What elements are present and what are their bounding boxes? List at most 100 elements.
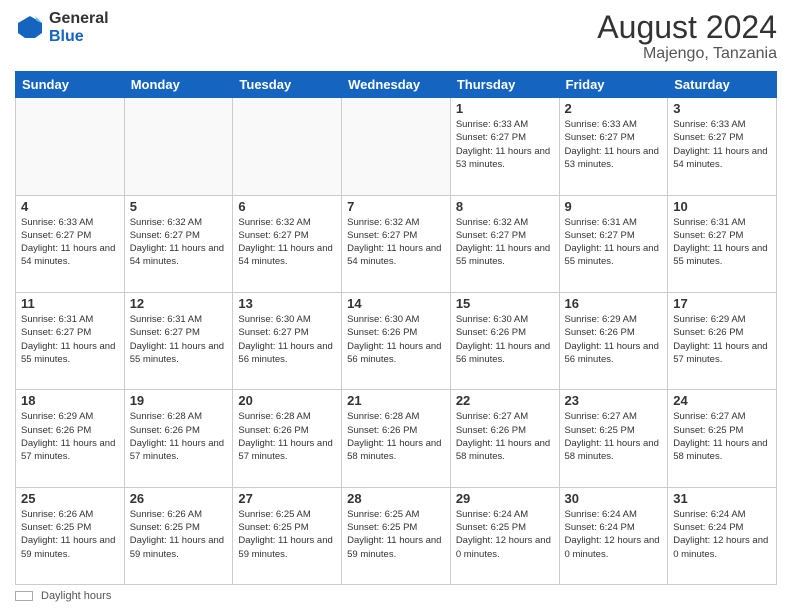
- day-info: Sunrise: 6:25 AM Sunset: 6:25 PM Dayligh…: [238, 508, 336, 561]
- day-info: Sunrise: 6:31 AM Sunset: 6:27 PM Dayligh…: [21, 313, 119, 366]
- calendar-header-sunday: Sunday: [16, 72, 125, 98]
- calendar-cell: 6Sunrise: 6:32 AM Sunset: 6:27 PM Daylig…: [233, 195, 342, 292]
- calendar-cell: 12 Sunrise: 6:31 AM Sunset: 6:27 PM Dayli…: [124, 292, 233, 389]
- day-info: Sunrise: 6:27 AM Sunset: 6:26 PM Dayligh…: [456, 410, 554, 463]
- calendar-cell: [124, 98, 233, 195]
- calendar-table: SundayMondayTuesdayWednesdayThursdayFrid…: [15, 71, 777, 585]
- calendar-cell: 18 Sunrise: 6:29 AM Sunset: 6:26 PM Dayli…: [16, 390, 125, 487]
- day-number: 26: [130, 491, 228, 506]
- day-info: Sunrise: 6:33 AM Sunset: 6:27 PM Dayligh…: [21, 216, 119, 269]
- day-info: Sunrise: 6:32 AM Sunset: 6:27 PM Dayligh…: [238, 216, 336, 269]
- calendar-cell: 4 Sunrise: 6:33 AM Sunset: 6:27 PM Daylig…: [16, 195, 125, 292]
- page: General Blue August 2024 Majengo, Tanzan…: [0, 0, 792, 612]
- calendar-cell: 9Sunrise: 6:31 AM Sunset: 6:27 PM Daylig…: [559, 195, 668, 292]
- day-number: 1: [456, 101, 554, 116]
- logo-text: General Blue: [49, 10, 109, 45]
- day-info: Sunrise: 6:32 AM Sunset: 6:27 PM Dayligh…: [347, 216, 445, 269]
- day-number: 18: [21, 393, 119, 408]
- daylight-swatch: [15, 591, 33, 601]
- calendar-cell: 24 Sunrise: 6:27 AM Sunset: 6:25 PM Dayli…: [668, 390, 777, 487]
- day-number: 8: [456, 199, 554, 214]
- calendar-header-row: SundayMondayTuesdayWednesdayThursdayFrid…: [16, 72, 777, 98]
- day-number: 27: [238, 491, 336, 506]
- calendar-cell: 17Sunrise: 6:29 AM Sunset: 6:26 PM Dayli…: [668, 292, 777, 389]
- day-info: Sunrise: 6:32 AM Sunset: 6:27 PM Dayligh…: [130, 216, 228, 269]
- day-info: Sunrise: 6:29 AM Sunset: 6:26 PM Dayligh…: [673, 313, 771, 366]
- calendar-cell: 10Sunrise: 6:31 AM Sunset: 6:27 PM Dayli…: [668, 195, 777, 292]
- day-number: 4: [21, 199, 119, 214]
- day-info: Sunrise: 6:24 AM Sunset: 6:25 PM Dayligh…: [456, 508, 554, 561]
- calendar-cell: 26 Sunrise: 6:26 AM Sunset: 6:25 PM Dayli…: [124, 487, 233, 584]
- calendar-cell: [16, 98, 125, 195]
- day-number: 23: [565, 393, 663, 408]
- calendar-cell: 25 Sunrise: 6:26 AM Sunset: 6:25 PM Dayli…: [16, 487, 125, 584]
- day-info: Sunrise: 6:32 AM Sunset: 6:27 PM Dayligh…: [456, 216, 554, 269]
- day-number: 16: [565, 296, 663, 311]
- day-info: Sunrise: 6:26 AM Sunset: 6:25 PM Dayligh…: [21, 508, 119, 561]
- title-block: August 2024 Majengo, Tanzania: [597, 10, 777, 63]
- day-number: 13: [238, 296, 336, 311]
- calendar-cell: 15Sunrise: 6:30 AM Sunset: 6:26 PM Dayli…: [450, 292, 559, 389]
- sub-title: Majengo, Tanzania: [597, 45, 777, 63]
- calendar-cell: 29Sunrise: 6:24 AM Sunset: 6:25 PM Dayli…: [450, 487, 559, 584]
- day-number: 20: [238, 393, 336, 408]
- day-number: 25: [21, 491, 119, 506]
- day-number: 12: [130, 296, 228, 311]
- daylight-label: Daylight hours: [41, 590, 111, 602]
- day-number: 3: [673, 101, 771, 116]
- calendar-cell: 8 Sunrise: 6:32 AM Sunset: 6:27 PM Daylig…: [450, 195, 559, 292]
- day-number: 10: [673, 199, 771, 214]
- calendar-cell: [233, 98, 342, 195]
- header: General Blue August 2024 Majengo, Tanzan…: [15, 10, 777, 63]
- day-info: Sunrise: 6:26 AM Sunset: 6:25 PM Dayligh…: [130, 508, 228, 561]
- day-info: Sunrise: 6:31 AM Sunset: 6:27 PM Dayligh…: [130, 313, 228, 366]
- day-info: Sunrise: 6:24 AM Sunset: 6:24 PM Dayligh…: [673, 508, 771, 561]
- calendar-header-tuesday: Tuesday: [233, 72, 342, 98]
- day-info: Sunrise: 6:28 AM Sunset: 6:26 PM Dayligh…: [238, 410, 336, 463]
- calendar-cell: 20 Sunrise: 6:28 AM Sunset: 6:26 PM Dayli…: [233, 390, 342, 487]
- calendar-week-2: 11 Sunrise: 6:31 AM Sunset: 6:27 PM Dayli…: [16, 292, 777, 389]
- calendar-cell: 21Sunrise: 6:28 AM Sunset: 6:26 PM Dayli…: [342, 390, 451, 487]
- calendar-cell: 23 Sunrise: 6:27 AM Sunset: 6:25 PM Dayli…: [559, 390, 668, 487]
- day-info: Sunrise: 6:28 AM Sunset: 6:26 PM Dayligh…: [347, 410, 445, 463]
- day-number: 28: [347, 491, 445, 506]
- calendar-cell: 27 Sunrise: 6:25 AM Sunset: 6:25 PM Dayli…: [233, 487, 342, 584]
- calendar-week-4: 25 Sunrise: 6:26 AM Sunset: 6:25 PM Dayli…: [16, 487, 777, 584]
- calendar-cell: 22 Sunrise: 6:27 AM Sunset: 6:26 PM Dayli…: [450, 390, 559, 487]
- day-info: Sunrise: 6:33 AM Sunset: 6:27 PM Dayligh…: [565, 118, 663, 171]
- day-number: 2: [565, 101, 663, 116]
- day-info: Sunrise: 6:29 AM Sunset: 6:26 PM Dayligh…: [21, 410, 119, 463]
- day-info: Sunrise: 6:25 AM Sunset: 6:25 PM Dayligh…: [347, 508, 445, 561]
- day-info: Sunrise: 6:29 AM Sunset: 6:26 PM Dayligh…: [565, 313, 663, 366]
- calendar-cell: 16 Sunrise: 6:29 AM Sunset: 6:26 PM Dayli…: [559, 292, 668, 389]
- calendar-cell: [342, 98, 451, 195]
- day-number: 24: [673, 393, 771, 408]
- day-info: Sunrise: 6:33 AM Sunset: 6:27 PM Dayligh…: [456, 118, 554, 171]
- day-info: Sunrise: 6:33 AM Sunset: 6:27 PM Dayligh…: [673, 118, 771, 171]
- day-number: 5: [130, 199, 228, 214]
- calendar-header-saturday: Saturday: [668, 72, 777, 98]
- day-number: 7: [347, 199, 445, 214]
- calendar-cell: 11 Sunrise: 6:31 AM Sunset: 6:27 PM Dayli…: [16, 292, 125, 389]
- day-info: Sunrise: 6:28 AM Sunset: 6:26 PM Dayligh…: [130, 410, 228, 463]
- day-number: 22: [456, 393, 554, 408]
- calendar-cell: 2 Sunrise: 6:33 AM Sunset: 6:27 PM Daylig…: [559, 98, 668, 195]
- calendar-cell: 13Sunrise: 6:30 AM Sunset: 6:27 PM Dayli…: [233, 292, 342, 389]
- calendar-week-0: 1 Sunrise: 6:33 AM Sunset: 6:27 PM Daylig…: [16, 98, 777, 195]
- calendar-cell: 5 Sunrise: 6:32 AM Sunset: 6:27 PM Daylig…: [124, 195, 233, 292]
- calendar-week-3: 18 Sunrise: 6:29 AM Sunset: 6:26 PM Dayli…: [16, 390, 777, 487]
- calendar-cell: 31 Sunrise: 6:24 AM Sunset: 6:24 PM Dayli…: [668, 487, 777, 584]
- calendar-header-friday: Friday: [559, 72, 668, 98]
- calendar-header-thursday: Thursday: [450, 72, 559, 98]
- day-number: 19: [130, 393, 228, 408]
- day-info: Sunrise: 6:27 AM Sunset: 6:25 PM Dayligh…: [673, 410, 771, 463]
- day-number: 31: [673, 491, 771, 506]
- day-number: 11: [21, 296, 119, 311]
- calendar-cell: 28 Sunrise: 6:25 AM Sunset: 6:25 PM Dayli…: [342, 487, 451, 584]
- day-number: 30: [565, 491, 663, 506]
- day-info: Sunrise: 6:27 AM Sunset: 6:25 PM Dayligh…: [565, 410, 663, 463]
- logo-icon: [15, 13, 45, 43]
- footer: Daylight hours: [15, 590, 777, 602]
- calendar-cell: 19 Sunrise: 6:28 AM Sunset: 6:26 PM Dayli…: [124, 390, 233, 487]
- day-number: 15: [456, 296, 554, 311]
